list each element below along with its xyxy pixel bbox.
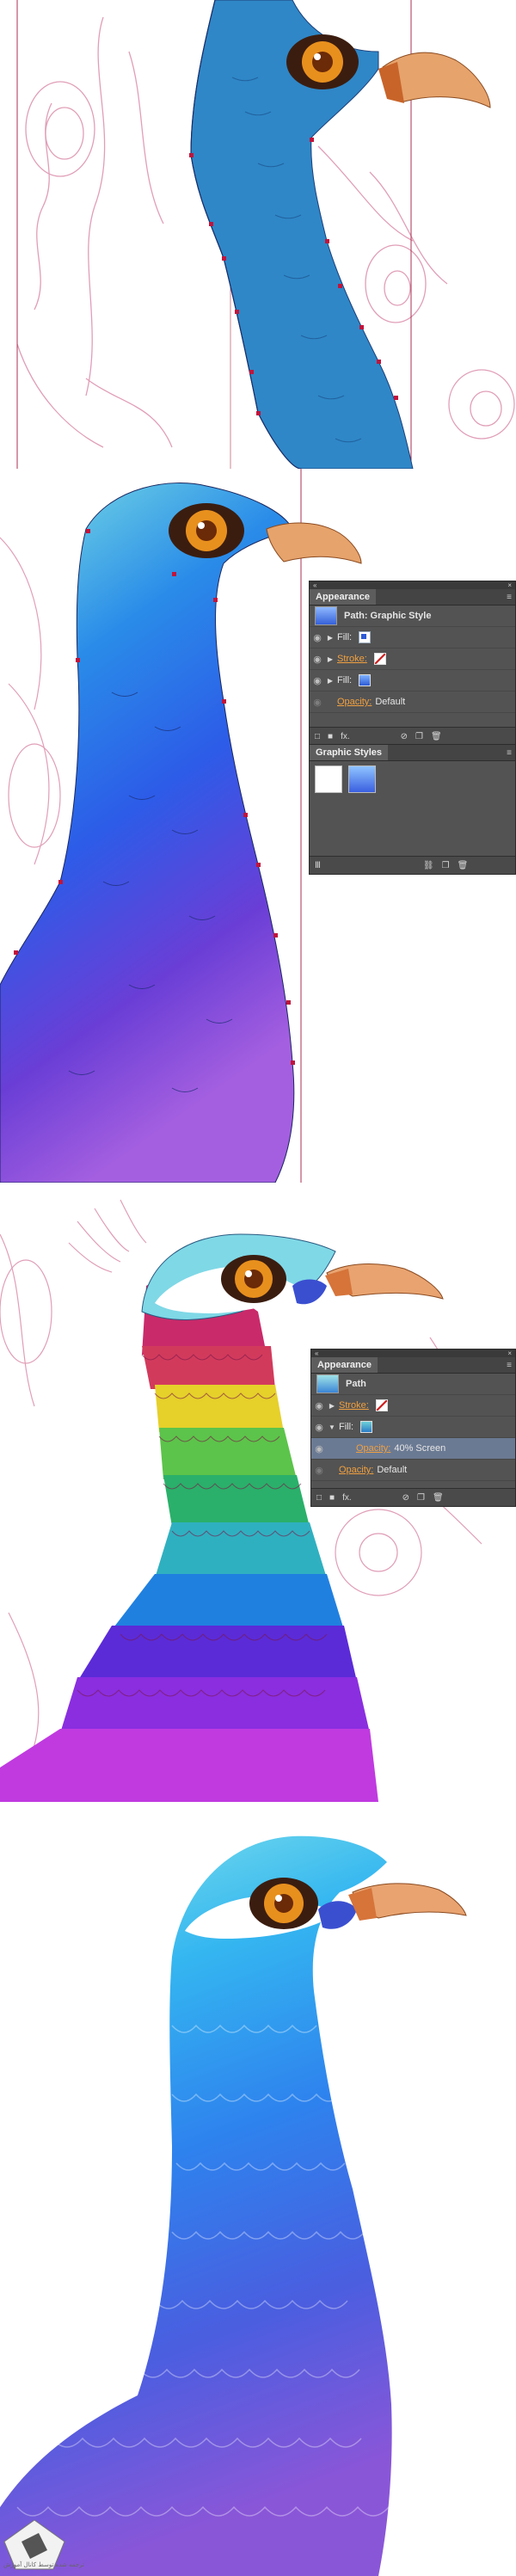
graphic-styles-panel[interactable]: Graphic Styles ≡ Ⅲ ⛓ ❐ 🗑: [309, 744, 516, 875]
add-fill-icon[interactable]: ■: [329, 1493, 335, 1503]
appearance-panel-1[interactable]: «× Appearance ≡ Path: Graphic Style ◉ ▶ …: [309, 581, 516, 746]
object-thumbnail: [316, 1374, 339, 1393]
fx-button[interactable]: fx.: [342, 1493, 352, 1503]
trash-icon[interactable]: 🗑: [458, 861, 469, 870]
clear-appearance-icon[interactable]: ⊘: [401, 732, 408, 741]
panel-bottom-toolbar: Ⅲ ⛓ ❐ 🗑: [310, 856, 515, 874]
expand-triangle-icon[interactable]: ▶: [325, 677, 335, 685]
stroke-row[interactable]: ◉ ▶ Stroke:: [311, 1395, 515, 1417]
fill-row[interactable]: ◉ ▼ Fill:: [311, 1417, 515, 1438]
opacity-value: 40% Screen: [394, 1443, 446, 1454]
visibility-eye-icon[interactable]: ◉: [310, 632, 325, 643]
panel-topbar[interactable]: «×: [311, 1349, 515, 1357]
panel-bottom-toolbar: □ ■ fx. ⊘ ❐ 🗑: [311, 1488, 515, 1506]
stage-2-canvas: «× Appearance ≡ Path: Graphic Style ◉ ▶ …: [0, 469, 516, 1183]
stroke-swatch[interactable]: [373, 653, 386, 665]
panel-tabbar: Graphic Styles ≡: [310, 745, 515, 761]
add-stroke-icon[interactable]: □: [315, 732, 320, 741]
close-icon[interactable]: ×: [507, 1349, 512, 1357]
visibility-eye-icon[interactable]: ◉: [311, 1443, 327, 1454]
collapse-triangle-icon[interactable]: ▼: [327, 1423, 337, 1431]
stage-3-canvas: «× Appearance ≡ Path ◉ ▶ Stroke: ◉ ▼ Fil…: [0, 1183, 516, 1802]
fill-label: Fill:: [337, 632, 353, 642]
opacity-value: Default: [377, 1465, 408, 1475]
tab-graphic-styles[interactable]: Graphic Styles: [310, 745, 389, 760]
panel-bottom-toolbar: □ ■ fx. ⊘ ❐ 🗑: [310, 727, 515, 745]
fill-swatch[interactable]: [359, 674, 372, 686]
panel-topbar[interactable]: «×: [310, 581, 515, 589]
style-default-swatch[interactable]: [315, 765, 342, 793]
panel-tabbar: Appearance ≡: [311, 1357, 515, 1374]
add-stroke-icon[interactable]: □: [316, 1493, 322, 1503]
panel-menu-icon[interactable]: ≡: [507, 748, 515, 758]
close-icon[interactable]: ×: [507, 581, 512, 589]
opacity-value: Default: [375, 697, 406, 707]
styles-grid: [310, 761, 515, 800]
clear-appearance-icon[interactable]: ⊘: [402, 1493, 409, 1503]
visibility-eye-icon[interactable]: ◉: [311, 1465, 327, 1476]
object-label: Path: Graphic Style: [344, 611, 432, 621]
duplicate-icon[interactable]: ❐: [415, 732, 423, 741]
visibility-eye-icon[interactable]: ◉: [310, 675, 325, 686]
visibility-eye-icon[interactable]: ◉: [310, 697, 325, 708]
collapse-icon[interactable]: «: [315, 1349, 318, 1357]
duplicate-icon[interactable]: ❐: [417, 1493, 425, 1503]
fx-button[interactable]: fx.: [341, 732, 350, 741]
panel-tabbar: Appearance ≡: [310, 589, 515, 606]
stage-1-artwork: [16, 0, 515, 469]
stage-4-artwork: [0, 1835, 467, 2576]
new-style-icon[interactable]: ❐: [442, 861, 450, 870]
collapse-icon[interactable]: «: [313, 581, 316, 589]
appearance-panel-2[interactable]: «× Appearance ≡ Path ◉ ▶ Stroke: ◉ ▼ Fil…: [310, 1349, 516, 1507]
visibility-eye-icon[interactable]: ◉: [311, 1400, 327, 1411]
opacity-label[interactable]: Opacity:: [339, 1465, 373, 1475]
object-label: Path: [346, 1379, 366, 1389]
fill-label: Fill:: [339, 1422, 354, 1432]
stage-4-canvas: [0, 1802, 516, 2576]
tab-appearance[interactable]: Appearance: [311, 1357, 378, 1373]
library-icon[interactable]: Ⅲ: [315, 861, 321, 870]
stroke-row[interactable]: ◉ ▶ Stroke:: [310, 649, 515, 670]
expand-triangle-icon[interactable]: ▶: [325, 634, 335, 642]
break-link-icon[interactable]: ⛓: [423, 861, 434, 870]
stroke-label[interactable]: Stroke:: [337, 654, 367, 664]
expand-triangle-icon[interactable]: ▶: [327, 1402, 337, 1410]
stroke-label[interactable]: Stroke:: [339, 1400, 369, 1411]
fill-opacity-row[interactable]: ◉ Opacity: 40% Screen: [311, 1438, 515, 1460]
fill-swatch[interactable]: [360, 1421, 373, 1433]
add-fill-icon[interactable]: ■: [328, 732, 333, 741]
watermark-caption: ترجمه شده توسط کانال آموزش: [3, 2561, 84, 2568]
visibility-eye-icon[interactable]: ◉: [311, 1422, 327, 1433]
object-thumbnail: [315, 606, 337, 625]
stage-1-canvas: [0, 0, 516, 469]
trash-icon[interactable]: 🗑: [431, 732, 442, 741]
opacity-row[interactable]: ◉ Opacity: Default: [310, 692, 515, 713]
panel-menu-icon[interactable]: ≡: [507, 1361, 515, 1370]
stroke-swatch[interactable]: [375, 1399, 388, 1411]
fill-swatch[interactable]: [359, 631, 372, 643]
appearance-object-row[interactable]: Path: [311, 1374, 515, 1395]
appearance-object-row[interactable]: Path: Graphic Style: [310, 606, 515, 627]
tab-appearance[interactable]: Appearance: [310, 589, 376, 605]
visibility-eye-icon[interactable]: ◉: [310, 654, 325, 665]
panel-menu-icon[interactable]: ≡: [507, 593, 515, 602]
opacity-row[interactable]: ◉ Opacity: Default: [311, 1460, 515, 1481]
style-gradient-swatch[interactable]: [348, 765, 377, 793]
opacity-label[interactable]: Opacity:: [337, 697, 372, 707]
expand-triangle-icon[interactable]: ▶: [325, 655, 335, 663]
fill-row-2[interactable]: ◉ ▶ Fill:: [310, 670, 515, 692]
opacity-label[interactable]: Opacity:: [356, 1443, 390, 1454]
fill-label: Fill:: [337, 675, 353, 685]
fill-row-1[interactable]: ◉ ▶ Fill:: [310, 627, 515, 649]
trash-icon[interactable]: 🗑: [433, 1493, 444, 1503]
